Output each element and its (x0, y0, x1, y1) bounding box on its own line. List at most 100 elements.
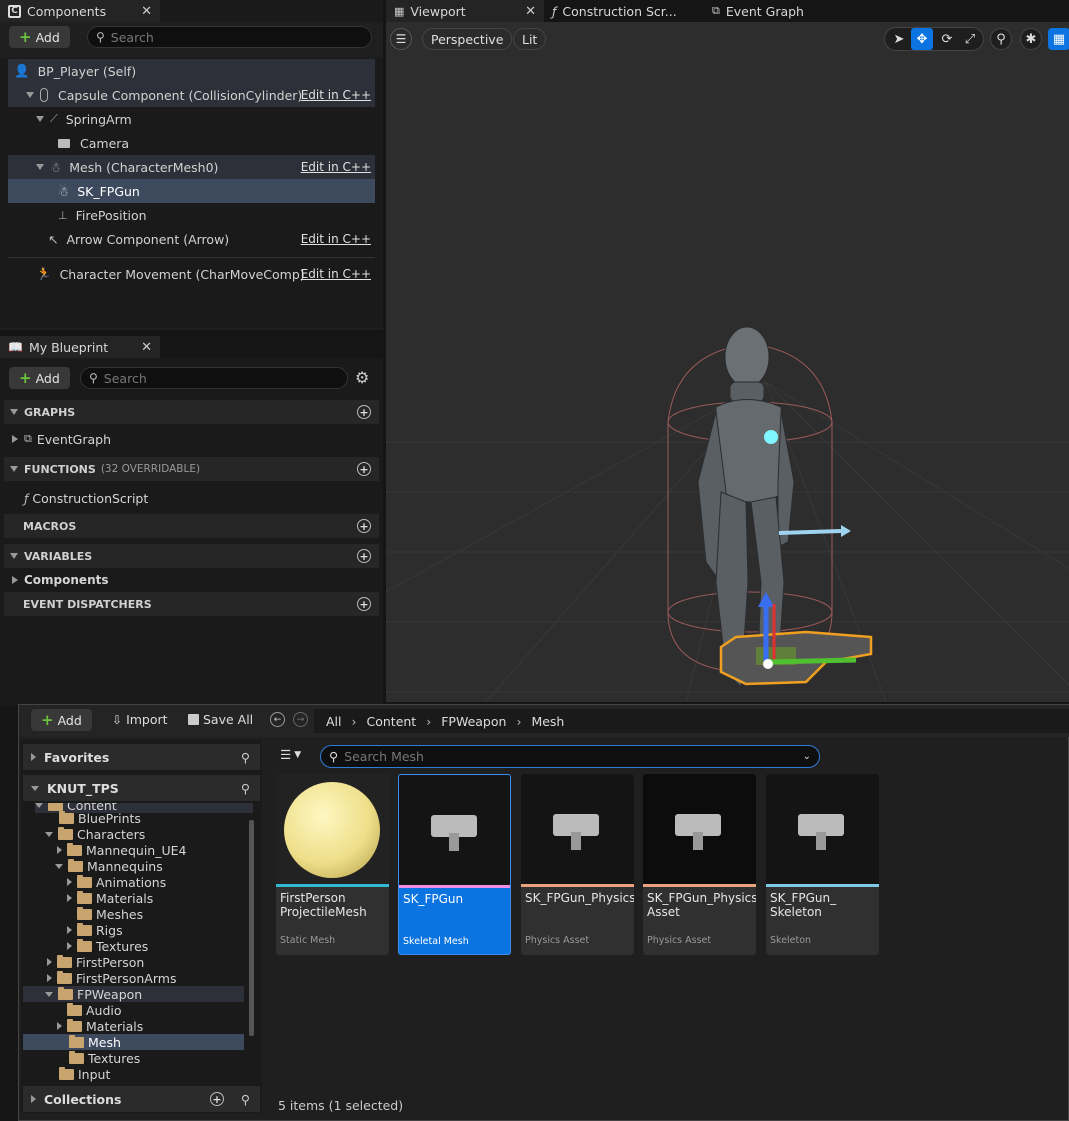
chevron-down-icon[interactable] (35, 803, 43, 808)
viewport-menu-button[interactable]: ☰ (390, 28, 412, 50)
components-add-button[interactable]: + Add (9, 26, 70, 48)
scale-tool-icon[interactable]: ⤢ (959, 28, 981, 50)
world-local-icon[interactable]: ⚲ (990, 28, 1012, 50)
folder-fpweapon[interactable]: FPWeapon (23, 986, 244, 1002)
forward-icon[interactable]: → (293, 712, 308, 727)
tree-item-arrow[interactable]: ↖ Arrow Component (Arrow) Edit in C++ (8, 227, 375, 251)
asset-tile[interactable]: SK_FPGun_Physics Asset Physics Asset (643, 774, 756, 955)
edit-in-cpp-link[interactable]: Edit in C++ (301, 267, 371, 281)
section-functions[interactable]: FUNCTIONS (32 OVERRIDABLE) + (4, 457, 379, 481)
close-icon[interactable]: ✕ (141, 4, 152, 19)
search-icon[interactable]: ⚲ (241, 781, 250, 796)
chevron-down-icon[interactable] (31, 785, 39, 791)
breadcrumb-item[interactable]: All (326, 714, 342, 729)
add-function-icon[interactable]: + (357, 462, 371, 476)
add-dispatcher-icon[interactable]: + (357, 597, 371, 611)
tree-item-capsule[interactable]: Capsule Component (CollisionCylinder) Ed… (8, 83, 375, 107)
add-variable-icon[interactable]: + (357, 549, 371, 563)
folder-firstperson[interactable]: FirstPerson (47, 954, 144, 970)
breadcrumb-item[interactable]: Content (367, 714, 417, 729)
collections-header[interactable]: Collections + ⚲ (23, 1086, 260, 1112)
folder-characters[interactable]: Characters (45, 826, 145, 842)
tree-item-camera[interactable]: Camera (8, 131, 375, 155)
folder-firstpersonarms[interactable]: FirstPersonArms (47, 970, 176, 986)
viewport[interactable] (386, 22, 1069, 702)
chevron-right-icon[interactable] (57, 1022, 62, 1030)
chevron-down-icon[interactable] (10, 466, 18, 472)
folder-tree-scrollbar[interactable] (249, 820, 254, 1036)
components-tab[interactable]: C Components ✕ (0, 0, 160, 22)
perspective-button[interactable]: Perspective (422, 28, 513, 50)
breadcrumb-item[interactable]: Mesh (531, 714, 564, 729)
section-macros[interactable]: MACROS + (4, 514, 379, 538)
folder-meshes[interactable]: Meshes (77, 906, 143, 922)
folder-blueprints[interactable]: BluePrints (59, 810, 141, 826)
chevron-down-icon[interactable] (10, 553, 18, 559)
save-all-button[interactable]: Save All (188, 712, 253, 727)
tree-item-fireposition[interactable]: ⊥ FirePosition (8, 203, 375, 227)
close-icon[interactable]: ✕ (525, 4, 536, 19)
breadcrumb-item[interactable]: FPWeapon (441, 714, 506, 729)
chevron-down-icon[interactable] (55, 863, 63, 869)
folder-fpweapon-materials[interactable]: Materials (57, 1018, 143, 1034)
chevron-right-icon[interactable] (67, 878, 72, 886)
section-event-dispatchers[interactable]: EVENT DISPATCHERS + (4, 592, 379, 616)
add-macro-icon[interactable]: + (357, 519, 371, 533)
my-blueprint-search-input[interactable]: ⚲ Search (80, 367, 348, 389)
edit-in-cpp-link[interactable]: Edit in C++ (301, 88, 371, 102)
close-icon[interactable]: ✕ (141, 340, 152, 355)
add-graph-icon[interactable]: + (357, 405, 371, 419)
section-graphs[interactable]: GRAPHS + (4, 400, 379, 424)
chevron-right-icon[interactable] (47, 958, 52, 966)
settings-gear-icon[interactable]: ⚙ (355, 368, 369, 387)
components-search-input[interactable]: ⚲ Search (87, 26, 372, 48)
character-mesh[interactable] (386, 22, 1069, 702)
asset-search-input[interactable]: ⚲ Search Mesh ⌄ (320, 745, 820, 768)
tree-item-bp-player[interactable]: 👤 BP_Player (Self) (8, 59, 375, 83)
folder-textures[interactable]: Textures (67, 938, 148, 954)
lit-button[interactable]: Lit (513, 28, 547, 50)
filter-button[interactable]: ☰ ▼ (280, 747, 301, 762)
chevron-right-icon[interactable] (57, 846, 62, 854)
edit-in-cpp-link[interactable]: Edit in C++ (301, 160, 371, 174)
folder-fpweapon-textures[interactable]: Textures (69, 1050, 140, 1066)
folder-mesh[interactable]: Mesh (23, 1034, 244, 1050)
asset-tile[interactable]: SK_FPGun_Physics Physics Asset (521, 774, 634, 955)
tab-viewport[interactable]: ▦ Viewport ✕ (386, 0, 544, 22)
tree-item-mesh[interactable]: ☃ Mesh (CharacterMesh0) Edit in C++ (8, 155, 375, 179)
add-collection-icon[interactable]: + (210, 1092, 224, 1106)
chevron-down-icon[interactable] (10, 409, 18, 415)
tab-event-graph[interactable]: ⧉ Event Graph (704, 0, 864, 22)
back-icon[interactable]: ← (270, 712, 285, 727)
chevron-right-icon[interactable] (12, 435, 18, 443)
folder-mannequin-ue4[interactable]: Mannequin_UE4 (57, 842, 186, 858)
surface-snap-icon[interactable]: ✱ (1020, 28, 1042, 50)
asset-tile[interactable]: FirstPerson ProjectileMesh Static Mesh (276, 774, 389, 955)
item-constructionscript[interactable]: ƒ ConstructionScript (4, 486, 379, 510)
translate-tool-icon[interactable]: ✥ (911, 28, 933, 50)
folder-audio[interactable]: Audio (67, 1002, 122, 1018)
chevron-right-icon[interactable] (31, 1095, 36, 1103)
chevron-right-icon[interactable] (47, 974, 52, 982)
chevron-down-icon[interactable] (26, 92, 34, 98)
chevron-down-icon[interactable] (36, 164, 44, 170)
folder-rigs[interactable]: Rigs (67, 922, 123, 938)
tab-construction-script[interactable]: ƒ Construction Scr... (544, 0, 704, 22)
folder-input[interactable]: Input (59, 1066, 110, 1082)
project-header[interactable]: KNUT_TPS ⚲ (23, 775, 260, 801)
asset-tile[interactable]: SK_FPGun Skeletal Mesh (398, 774, 511, 955)
chevron-right-icon[interactable] (67, 942, 72, 950)
edit-in-cpp-link[interactable]: Edit in C++ (301, 232, 371, 246)
tree-item-sk-fpgun[interactable]: ☃ SK_FPGun (8, 179, 375, 203)
import-button[interactable]: ⇩ Import (112, 712, 168, 727)
chevron-down-icon[interactable] (36, 116, 44, 122)
chevron-right-icon[interactable] (67, 926, 72, 934)
folder-mannequins[interactable]: Mannequins (55, 858, 163, 874)
chevron-down-icon[interactable] (45, 831, 53, 837)
item-eventgraph[interactable]: ⧉ EventGraph (4, 427, 379, 451)
rotate-tool-icon[interactable]: ⟳ (936, 28, 958, 50)
search-icon[interactable]: ⚲ (241, 1092, 250, 1107)
my-blueprint-add-button[interactable]: + Add (9, 367, 70, 389)
chevron-down-icon[interactable] (45, 991, 53, 997)
tree-item-springarm[interactable]: ⟋ SpringArm (8, 107, 375, 131)
